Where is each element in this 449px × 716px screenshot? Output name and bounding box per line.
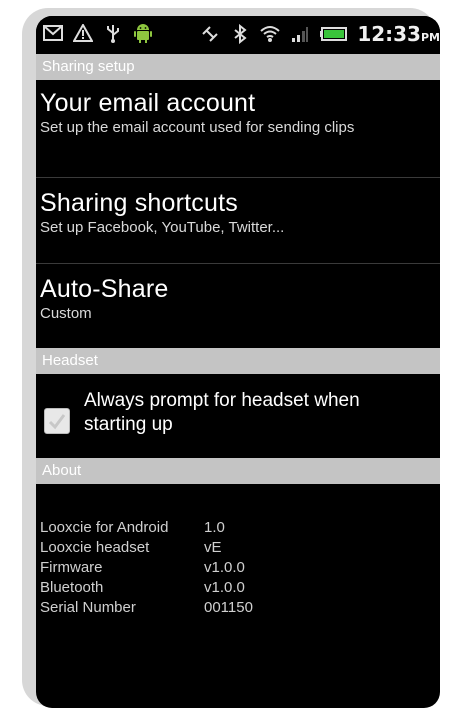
warning-icon — [72, 22, 94, 44]
settings-item-subtitle: Set up the email account used for sendin… — [40, 119, 355, 136]
about-label: Serial Number — [40, 599, 136, 616]
about-row: Firmware v1.0.0 — [40, 558, 253, 578]
settings-item-subtitle: Set up Facebook, YouTube, Twitter... — [40, 219, 285, 236]
wifi-icon — [259, 23, 281, 45]
about-value: v1.0.0 — [204, 559, 245, 576]
headset-prompt-setting[interactable]: Always prompt for headset when starting … — [36, 386, 440, 456]
android-icon — [132, 22, 154, 44]
status-time: 12:33PM — [357, 22, 440, 46]
gps-icon — [199, 23, 221, 45]
headset-prompt-label: Always prompt for headset when starting … — [84, 390, 360, 435]
settings-item-title: Sharing shortcuts — [40, 189, 238, 217]
about-value: 001150 — [204, 599, 253, 616]
headset-prompt-checkbox[interactable] — [44, 408, 70, 434]
signal-icon — [289, 23, 311, 45]
settings-item-title: Auto-Share — [40, 275, 169, 303]
section-header-sharing-setup: Sharing setup — [36, 54, 440, 80]
bluetooth-icon — [229, 23, 251, 45]
status-bar: 12:33PM — [36, 16, 440, 52]
about-row: Serial Number 001150 — [40, 598, 253, 618]
usb-icon — [102, 22, 124, 44]
settings-item-title: Your email account — [40, 89, 256, 117]
about-row: Bluetooth v1.0.0 — [40, 578, 253, 598]
about-label: Looxcie headset — [40, 539, 150, 556]
about-label: Firmware — [40, 559, 103, 576]
status-icons-right: 12:33PM — [199, 22, 440, 46]
section-header-headset: Headset — [36, 348, 440, 374]
about-row: Looxcie headset vE — [40, 538, 253, 558]
settings-item-sharing-shortcuts[interactable]: Sharing shortcuts Set up Facebook, YouTu… — [36, 178, 440, 264]
status-icons-left — [42, 22, 154, 44]
section-header-about: About — [36, 458, 440, 484]
about-info-table: Looxcie for Android 1.0 Looxcie headset … — [40, 518, 253, 618]
battery-icon — [319, 23, 349, 45]
about-value: 1.0 — [204, 519, 225, 536]
gmail-icon — [42, 22, 64, 44]
checkmark-icon — [48, 414, 66, 430]
screen: 12:33PM Sharing setup Your email account… — [36, 16, 440, 708]
about-value: vE — [204, 539, 222, 556]
about-label: Bluetooth — [40, 579, 104, 596]
about-row: Looxcie for Android 1.0 — [40, 518, 253, 538]
settings-item-subtitle: Custom — [40, 305, 92, 322]
settings-item-auto-share[interactable]: Auto-Share Custom — [36, 264, 440, 348]
settings-item-email-account[interactable]: Your email account Set up the email acco… — [36, 88, 440, 178]
about-label: Looxcie for Android — [40, 519, 169, 536]
about-value: v1.0.0 — [204, 579, 245, 596]
